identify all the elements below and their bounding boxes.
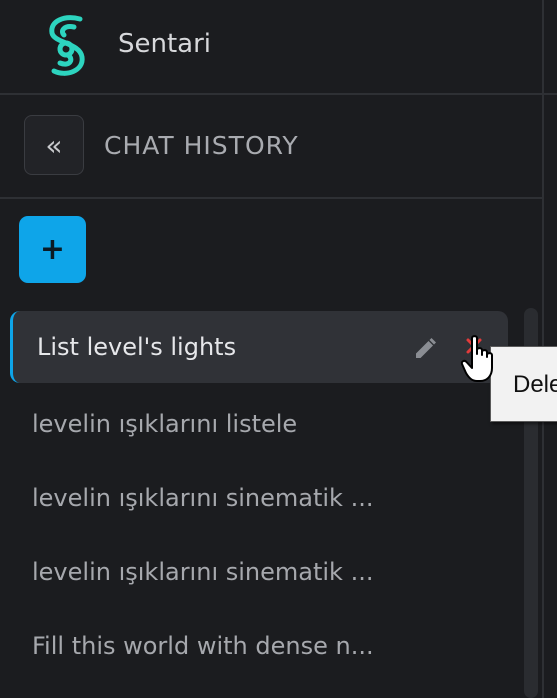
app-name: Sentari [118,29,212,59]
chat-item[interactable]: levelin ışıklarını sinematik ... [10,536,508,608]
chat-item-title: List level's lights [37,333,237,361]
chat-history-bar: « CHAT HISTORY [0,95,542,199]
chat-item-title: levelin ışıklarını sinematik ... [32,558,374,586]
chat-item[interactable]: levelin ışıklarını sinematik ... [10,462,508,534]
new-chat-button[interactable]: + [19,216,86,283]
chat-item-title: levelin ışıklarını listele [32,410,298,438]
chat-history-title: CHAT HISTORY [104,131,299,160]
chat-item-title: levelin ışıklarını sinematik ... [32,484,374,512]
delete-tooltip: Dele [490,346,557,422]
app-header: Sentari [0,0,557,95]
sentari-logo-icon [49,15,85,76]
pencil-icon[interactable] [413,337,437,361]
hand-pointer-icon [460,335,493,382]
chat-item[interactable]: Fill this world with dense n... [10,610,508,682]
chat-item-title: Fill this world with dense n... [32,632,374,660]
chat-item-active[interactable]: List level's lights [10,311,508,383]
collapse-sidebar-button[interactable]: « [24,115,84,175]
chat-sidebar: Sentari « CHAT HISTORY + List level's li… [0,0,557,698]
chat-item[interactable]: levelin ışıklarını listele [10,388,508,460]
